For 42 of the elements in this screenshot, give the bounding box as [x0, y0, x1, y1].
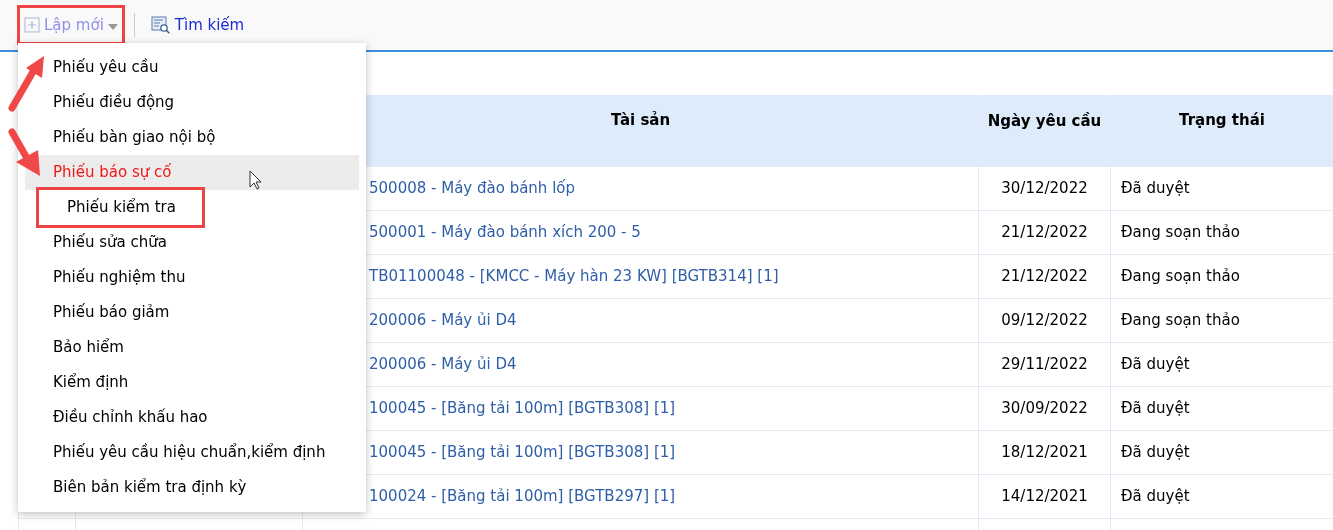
table-cell-text: Đã duyệt [1121, 442, 1190, 464]
menu-item[interactable]: Bảo hiểm [25, 330, 359, 365]
mouse-cursor-icon [249, 170, 263, 190]
menu-item[interactable]: Phiếu sửa chữa [25, 225, 359, 260]
search-icon [150, 16, 171, 34]
asset-link[interactable]: 100045 - [Băng tải 100m] [BGTB308] [1] [369, 441, 676, 464]
table-cell-text: Đang soạn thảo [1121, 222, 1240, 244]
table-cell-text: 30/09/2022 [1001, 398, 1088, 420]
table-cell-text: 21/12/2022 [1001, 266, 1088, 288]
table-cell-text: 30/12/2022 [1001, 178, 1088, 200]
asset-link[interactable]: 500008 - Máy đào bánh lốp [369, 177, 575, 200]
table-cell-text: 09/12/2022 [1001, 310, 1088, 332]
menu-item[interactable]: Phiếu yêu cầu hiệu chuẩn,kiểm định [25, 435, 359, 470]
asset-link[interactable]: 200006 - Máy ủi D4 [369, 353, 517, 376]
menu-item[interactable]: Phiếu báo giảm [25, 295, 359, 330]
table-cell-text: 29/11/2022 [1001, 354, 1088, 376]
asset-link[interactable]: 100024 - [Băng tải 100m] [BGTB297] [1] [369, 485, 676, 508]
table-cell-text: Đã duyệt [1121, 178, 1190, 200]
search-button[interactable]: Tìm kiếm [146, 8, 249, 42]
table-cell-text: 21/12/2022 [1001, 222, 1088, 244]
menu-item[interactable]: Điều chỉnh khấu hao [25, 400, 359, 435]
menu-item[interactable]: Phiếu yêu cầu [25, 50, 359, 85]
table-cell-text: Đang soạn thảo [1121, 310, 1240, 332]
table-cell-text: 14/12/2021 [1001, 486, 1088, 508]
caret-icon [107, 24, 118, 30]
table-cell-text: Đã duyệt [1121, 486, 1190, 508]
menu-item[interactable]: Phiếu kiểm tra [39, 190, 202, 225]
menu-item[interactable]: Phiếu báo sự cố [25, 155, 359, 190]
table-cell-text: Đang soạn thảo [1121, 266, 1240, 288]
menu-item[interactable]: Biên bản kiểm tra định kỳ [25, 470, 359, 505]
column-header: Trạng thái [1178, 110, 1266, 131]
asset-link[interactable]: 100045 - [Băng tải 100m] [BGTB308] [1] [369, 397, 676, 420]
column-header: Ngày yêu cầu [979, 95, 1111, 167]
menu-item[interactable]: Kiểm định [25, 365, 359, 400]
asset-link[interactable]: 200006 - Máy ủi D4 [369, 309, 517, 332]
asset-link[interactable]: 500001 - Máy đào bánh xích 200 - 5 [369, 221, 641, 244]
table-cell-text: Đã duyệt [1121, 398, 1190, 420]
asset-link[interactable]: TB01100048 - [KMCC - Máy hàn 23 KW] [BGTB314] [1] [369, 265, 779, 288]
table-cell-text: 18/12/2021 [1001, 442, 1088, 464]
plus-icon [24, 17, 40, 33]
menu-item[interactable]: Phiếu nghiệm thu [25, 260, 359, 295]
table-cell-text: Đã duyệt [1121, 354, 1190, 376]
